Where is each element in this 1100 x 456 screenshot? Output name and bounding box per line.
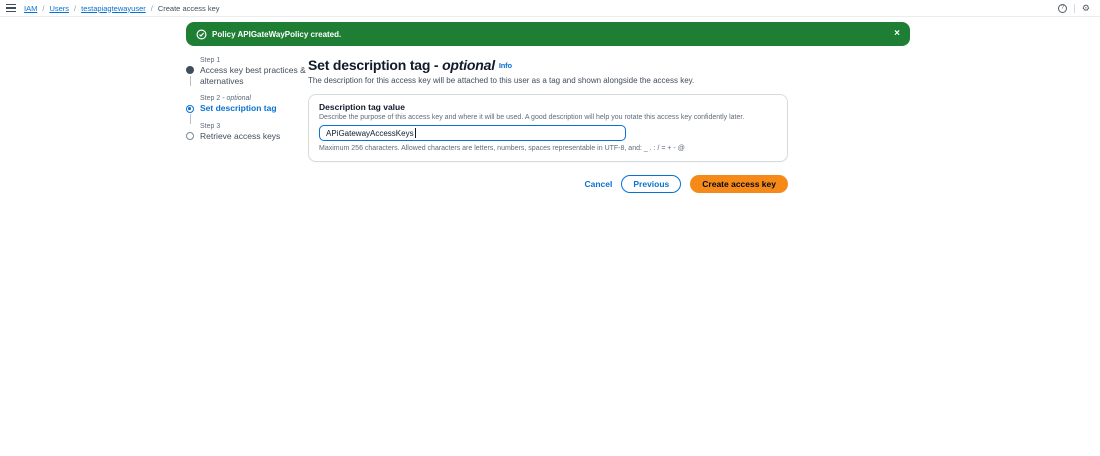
page-subtitle: The description for this access key will…	[308, 76, 788, 85]
step-title: Set description tag	[200, 103, 308, 114]
breadcrumb-iam[interactable]: IAM	[24, 4, 37, 13]
topbar-right-icons: ? ⚙	[1058, 4, 1090, 13]
text-caret	[415, 128, 416, 138]
divider	[1074, 4, 1075, 13]
input-value: APiGatewayAccessKeys	[326, 129, 414, 138]
step-3-retrieve-access-keys[interactable]: Step 3 Retrieve access keys	[186, 123, 308, 142]
cancel-button[interactable]: Cancel	[584, 179, 612, 189]
step-upcoming-bullet-icon	[186, 132, 194, 140]
top-navigation-bar: IAM / Users / testapiagtewayuser / Creat…	[0, 0, 1100, 17]
breadcrumb-separator: /	[74, 4, 76, 13]
gear-icon[interactable]: ⚙	[1082, 4, 1090, 13]
wizard-actions: Cancel Previous Create access key	[308, 175, 788, 193]
success-flash-banner: Policy APIGateWayPolicy created. ×	[186, 22, 910, 46]
page-content: Policy APIGateWayPolicy created. × Step …	[186, 22, 910, 193]
previous-button[interactable]: Previous	[621, 175, 681, 193]
success-check-icon	[196, 29, 207, 40]
close-icon[interactable]: ×	[894, 29, 900, 39]
info-link[interactable]: Info	[499, 61, 512, 70]
breadcrumb-user[interactable]: testapiagtewayuser	[81, 4, 146, 13]
step-label: Step 3	[200, 123, 308, 130]
step-title: Access key best practices & alternatives	[200, 65, 308, 86]
field-constraint-text: Maximum 256 characters. Allowed characte…	[319, 145, 777, 152]
page-title: Set description tag - optionalInfo	[308, 57, 788, 73]
breadcrumb: IAM / Users / testapiagtewayuser / Creat…	[24, 4, 220, 13]
main-panel: Set description tag - optionalInfo The d…	[308, 57, 788, 193]
breadcrumb-users[interactable]: Users	[49, 4, 69, 13]
breadcrumb-separator: /	[151, 4, 153, 13]
step-2-set-description-tag[interactable]: Step 2 - optional Set description tag	[186, 95, 308, 114]
step-title: Retrieve access keys	[200, 131, 308, 142]
step-1-access-key-best-practices[interactable]: Step 1 Access key best practices & alter…	[186, 57, 308, 86]
step-label: Step 2 - optional	[200, 95, 308, 102]
description-tag-card: Description tag value Describe the purpo…	[308, 94, 788, 162]
wizard-step-navigation: Step 1 Access key best practices & alter…	[186, 57, 308, 193]
breadcrumb-current-page: Create access key	[158, 4, 220, 13]
field-description: Describe the purpose of this access key …	[319, 114, 777, 121]
field-label: Description tag value	[319, 102, 777, 112]
description-tag-input[interactable]: APiGatewayAccessKeys	[319, 125, 626, 141]
menu-hamburger-icon[interactable]	[6, 4, 16, 12]
step-current-radio-icon	[186, 105, 194, 113]
flash-message: Policy APIGateWayPolicy created.	[212, 30, 341, 39]
breadcrumb-separator: /	[42, 4, 44, 13]
help-icon[interactable]: ?	[1058, 4, 1067, 13]
create-access-key-button[interactable]: Create access key	[690, 175, 788, 193]
step-completed-bullet-icon	[186, 66, 194, 74]
step-label: Step 1	[200, 57, 308, 64]
